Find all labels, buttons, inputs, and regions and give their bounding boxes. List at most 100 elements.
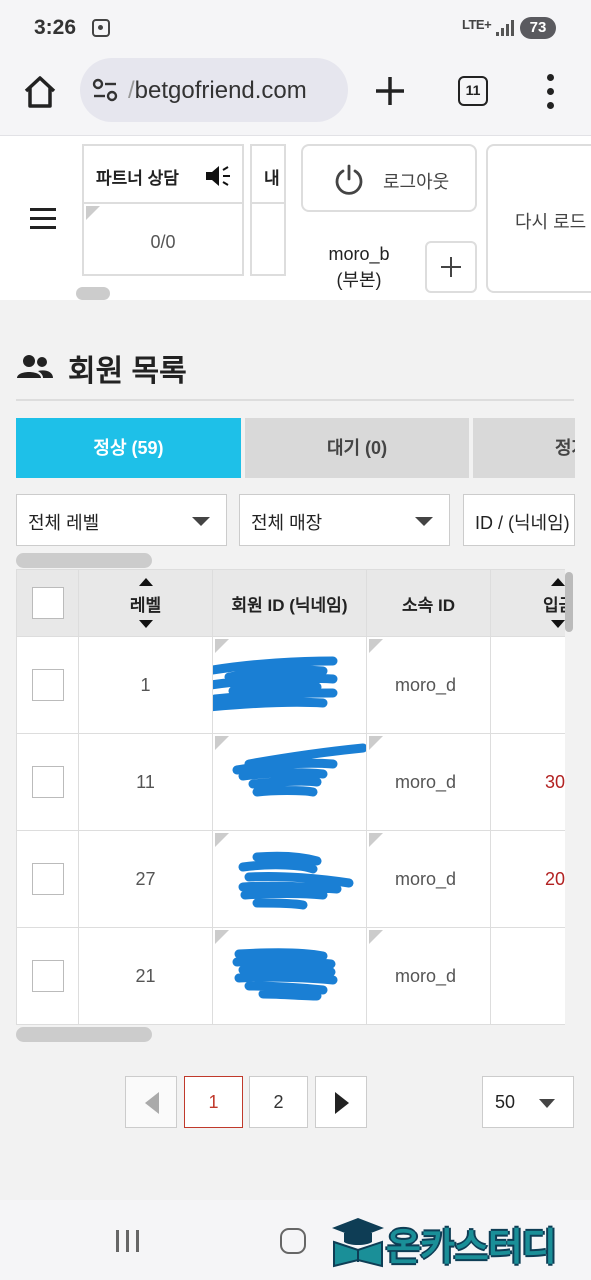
column-header-deposit[interactable]: 입금	[490, 569, 565, 637]
corner-marker	[86, 206, 100, 220]
member-table-container: 레벨 회원 ID (닉네임) 소속 ID 입금 1	[16, 569, 565, 1025]
row-checkbox[interactable]	[31, 766, 64, 798]
level-cell: 1	[78, 636, 213, 734]
level-cell: 27	[78, 830, 213, 928]
new-tab-icon[interactable]	[372, 73, 408, 109]
column-header-parent-id: 소속 ID	[366, 569, 491, 637]
chevron-down-icon	[539, 1099, 555, 1108]
tab-waiting[interactable]: 대기 (0)	[245, 418, 469, 478]
tab-switcher-button[interactable]: 11	[458, 76, 488, 106]
screenshot-icon	[92, 19, 110, 37]
redaction-scribble	[232, 743, 366, 797]
table-row[interactable]: 21 moro_d	[16, 927, 565, 1025]
per-page-select[interactable]: 50	[482, 1076, 574, 1128]
table-horizontal-scrollbar[interactable]	[16, 1027, 152, 1042]
header-scrollbar[interactable]	[76, 287, 110, 300]
home-icon[interactable]	[20, 72, 60, 112]
parent-id-cell: moro_d	[366, 830, 491, 928]
recents-icon[interactable]	[116, 1230, 140, 1252]
column-header-level[interactable]: 레벨	[78, 569, 213, 637]
reload-button[interactable]: 다시 로드	[486, 144, 591, 293]
signal-icon	[496, 20, 514, 36]
site-header: 파트너 상담 0/0 내 로그아웃 moro_b (부본) 다시 로드	[0, 137, 591, 300]
user-id: moro_b	[328, 244, 390, 264]
row-select-cell	[16, 636, 79, 734]
chevron-left-icon	[145, 1092, 159, 1114]
corner-marker	[369, 639, 383, 653]
column-label-deposit: 입금	[543, 595, 565, 615]
table-row[interactable]: 11 moro_d 30	[16, 733, 565, 831]
hamburger-menu-icon[interactable]	[30, 208, 56, 229]
chevron-down-icon	[192, 517, 210, 526]
column-label-level: 레벨	[129, 595, 162, 615]
network-type: LTE+	[462, 17, 492, 32]
store-filter-select[interactable]: 전체 매장	[239, 494, 450, 546]
parent-id-text: moro_d	[395, 868, 457, 889]
url-text: /betgofriend.com	[128, 77, 307, 105]
row-select-cell	[16, 927, 79, 1025]
tab-normal[interactable]: 정상 (59)	[16, 418, 241, 478]
parent-id-text: moro_d	[395, 771, 457, 792]
status-bar: 3:26 LTE+ 73	[0, 0, 591, 56]
member-id-cell[interactable]	[212, 733, 367, 831]
member-table: 레벨 회원 ID (닉네임) 소속 ID 입금 1	[16, 569, 565, 1025]
logout-label: 로그아웃	[383, 172, 450, 192]
site-settings-icon[interactable]	[92, 78, 118, 102]
table-row[interactable]: 27 moro_d 20	[16, 830, 565, 928]
url-domain: betgofriend.com	[134, 77, 307, 104]
sort-asc-icon[interactable]	[551, 578, 565, 586]
second-panel-title: 내	[252, 146, 284, 204]
home-nav-icon[interactable]	[280, 1228, 306, 1254]
id-search-select[interactable]: ID / (닉네임)	[463, 494, 575, 546]
title-divider	[16, 399, 574, 401]
chevron-right-icon	[335, 1092, 349, 1114]
page-button-1[interactable]: 1	[184, 1076, 243, 1128]
store-filter-value: 전체 매장	[251, 513, 323, 533]
select-all-cell	[16, 569, 79, 637]
next-page-button[interactable]	[315, 1076, 367, 1128]
id-search-value: ID / (닉네임)	[475, 513, 570, 533]
filter-scrollbar[interactable]	[16, 553, 152, 568]
more-menu-icon[interactable]	[540, 72, 562, 112]
current-user: moro_b (부본)	[308, 241, 410, 293]
sort-desc-icon[interactable]	[551, 620, 565, 628]
level-filter-select[interactable]: 전체 레벨	[16, 494, 227, 546]
partner-consult-panel[interactable]: 파트너 상담 0/0	[82, 144, 244, 276]
row-select-cell	[16, 830, 79, 928]
url-prefix: /	[128, 77, 135, 104]
second-panel-body	[252, 204, 284, 276]
second-info-panel[interactable]: 내	[250, 144, 286, 276]
row-checkbox[interactable]	[31, 960, 64, 992]
tab-suspended[interactable]: 정지	[473, 418, 575, 478]
speaker-icon[interactable]	[204, 164, 232, 188]
page-title: 회원 목록	[68, 355, 187, 388]
sort-desc-icon[interactable]	[138, 620, 153, 628]
row-checkbox[interactable]	[31, 863, 64, 895]
table-row[interactable]: 1 moro_d	[16, 636, 565, 734]
row-checkbox[interactable]	[31, 669, 64, 701]
select-all-checkbox[interactable]	[31, 587, 64, 619]
prev-page-button[interactable]	[125, 1076, 177, 1128]
corner-marker	[369, 736, 383, 750]
level-filter-value: 전체 레벨	[28, 513, 100, 533]
system-nav-bar: 온카스터디	[0, 1200, 591, 1280]
sort-asc-icon[interactable]	[138, 578, 153, 586]
battery-level: 73	[520, 17, 556, 39]
logout-button[interactable]: 로그아웃	[301, 144, 477, 212]
watermark-text: 온카스터디	[386, 1227, 557, 1269]
table-vertical-scrollbar[interactable]	[565, 572, 573, 632]
member-id-cell[interactable]	[212, 927, 367, 1025]
member-id-cell[interactable]	[212, 636, 367, 734]
browser-toolbar: /betgofriend.com 11	[0, 56, 591, 136]
address-bar[interactable]: /betgofriend.com	[80, 58, 348, 122]
page-button-2[interactable]: 2	[249, 1076, 308, 1128]
redaction-scribble	[213, 656, 338, 712]
table-header-row: 레벨 회원 ID (닉네임) 소속 ID 입금	[16, 569, 565, 637]
graduation-book-icon	[332, 1218, 384, 1268]
member-id-cell[interactable]	[212, 830, 367, 928]
per-page-value: 50	[495, 1092, 516, 1112]
parent-id-text: moro_d	[395, 674, 457, 695]
deposit-cell: 20	[490, 830, 565, 928]
deposit-cell	[490, 636, 565, 734]
add-button[interactable]	[425, 241, 477, 293]
